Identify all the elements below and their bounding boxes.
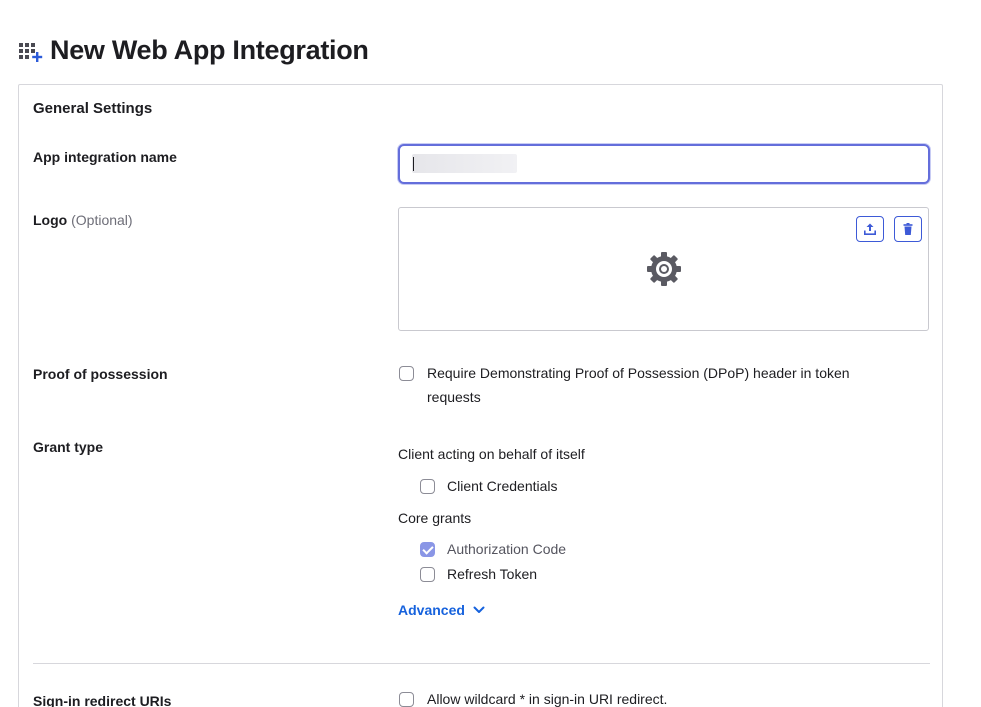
general-settings-card: General Settings App integration name Lo… xyxy=(18,84,943,707)
proof-of-possession-label: Proof of possession xyxy=(33,366,168,382)
upload-logo-button[interactable] xyxy=(856,216,884,242)
logo-label-text: Logo xyxy=(33,212,68,228)
core-grants-group-label: Core grants xyxy=(398,510,472,526)
delete-logo-button[interactable] xyxy=(894,216,922,242)
chevron-down-icon xyxy=(473,606,485,613)
optional-hint: (Optional) xyxy=(71,212,133,228)
client-self-group-label: Client acting on behalf of itself xyxy=(398,446,585,462)
authorization-code-label: Authorization Code xyxy=(447,541,567,557)
upload-icon xyxy=(864,223,876,235)
sign-in-redirect-label: Sign-in redirect URIs xyxy=(33,693,172,707)
advanced-label: Advanced xyxy=(398,602,465,618)
dpop-option-line1: Require Demonstrating Proof of Possessio… xyxy=(427,365,850,381)
refresh-token-label: Refresh Token xyxy=(447,566,538,582)
authorization-code-checkbox[interactable] xyxy=(420,542,435,557)
section-divider xyxy=(33,663,930,664)
section-title: General Settings xyxy=(33,100,153,117)
trash-icon xyxy=(903,223,913,235)
gear-icon xyxy=(647,252,681,286)
dpop-checkbox[interactable] xyxy=(399,366,414,381)
client-credentials-label: Client Credentials xyxy=(447,478,558,494)
wildcard-redirect-label: Allow wildcard * in sign-in URI redirect… xyxy=(427,691,668,707)
client-credentials-checkbox[interactable] xyxy=(420,479,435,494)
app-name-label: App integration name xyxy=(33,149,177,165)
app-name-input[interactable] xyxy=(398,144,930,184)
apps-add-icon xyxy=(18,36,46,64)
wildcard-redirect-checkbox[interactable] xyxy=(399,692,414,707)
page-title: New Web App Integration xyxy=(50,34,369,65)
refresh-token-checkbox[interactable] xyxy=(420,567,435,582)
advanced-toggle[interactable]: Advanced xyxy=(398,602,485,618)
grant-type-label: Grant type xyxy=(33,439,104,455)
dpop-option-line2: requests xyxy=(427,389,481,405)
page-header: New Web App Integration xyxy=(18,33,369,67)
text-caret xyxy=(413,157,414,171)
logo-dropzone[interactable] xyxy=(398,207,929,331)
logo-label: Logo (Optional) xyxy=(33,212,133,228)
